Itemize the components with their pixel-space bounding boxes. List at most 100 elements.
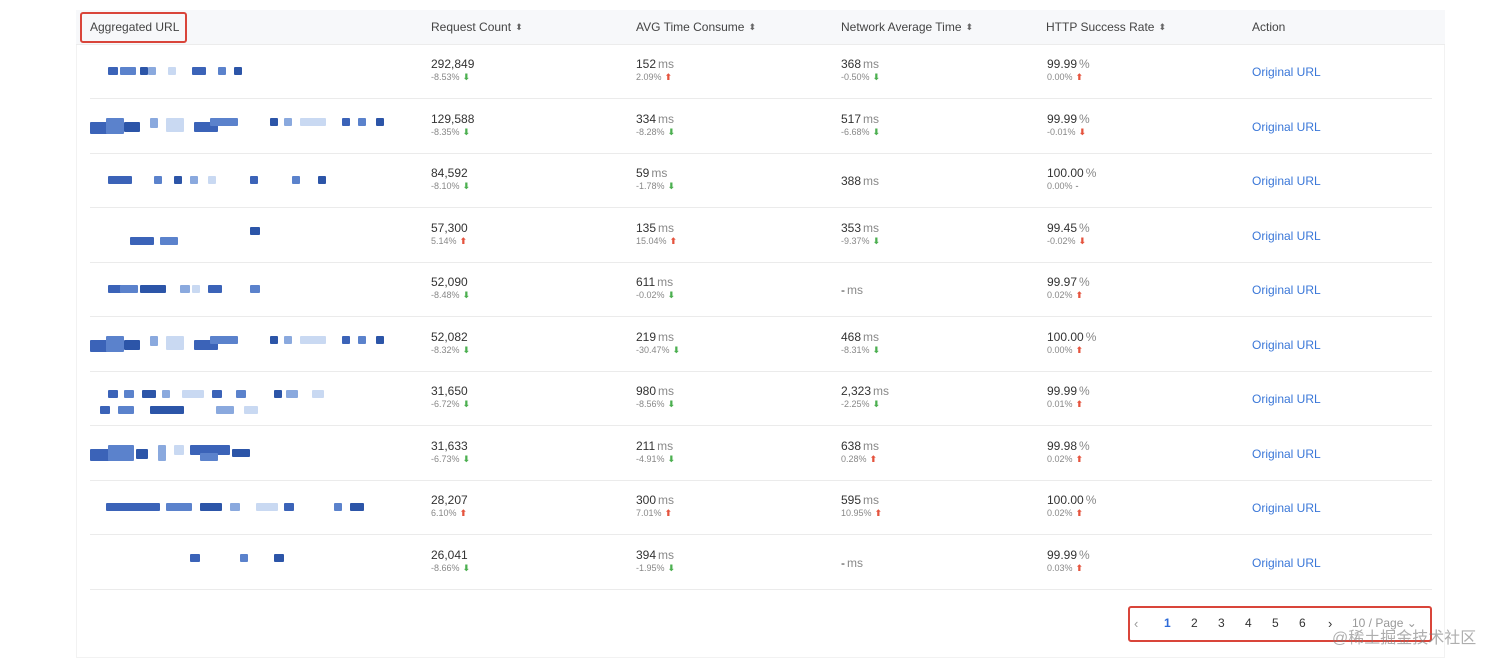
unit-label: % <box>1085 166 1097 180</box>
arrow-down-icon: ⬇ <box>872 344 881 355</box>
value-number: - <box>841 555 845 570</box>
table-row: 129,588 -8.35% ⬇ 334 ms -8.28% ⬇ 517 ms -6.6… <box>90 100 1432 154</box>
url-redacted-image <box>90 390 390 414</box>
avg-time-value: 59 ms <box>636 166 675 180</box>
table-row: 52,082 -8.32% ⬇ 219 ms -30.47% ⬇ 468 ms -8.3… <box>90 318 1432 372</box>
request-count-delta: -8.32% ⬇ <box>431 344 470 357</box>
delta-value: -0.02% <box>636 290 665 300</box>
request-count-cell: 26,041 -8.66% ⬇ <box>431 548 470 575</box>
delta-value: 2.09% <box>636 72 662 82</box>
arrow-down-icon: ⬇ <box>667 453 676 464</box>
avg-time-delta: 2.09% ⬆ <box>636 71 674 84</box>
page-2-button[interactable]: 2 <box>1191 616 1198 630</box>
http-success-rate-cell: 100.00% 0.00% - <box>1047 166 1096 193</box>
value-number: 100.00 <box>1047 166 1084 180</box>
http-success-rate-value: 100.00% <box>1047 493 1096 507</box>
delta-value: -8.28% <box>636 126 665 137</box>
header-avg-time[interactable]: AVG Time Consume ⬍ <box>636 10 756 45</box>
header-network-average-time-label: Network Average Time <box>841 20 962 34</box>
http-success-rate-cell: 100.00% 0.02% ⬆ <box>1047 493 1096 520</box>
http-success-rate-cell: 99.99% 0.01% ⬆ <box>1047 384 1090 411</box>
value-number: 468 <box>841 329 862 344</box>
url-redacted-image <box>90 281 390 305</box>
avg-time-cell: 219 ms -30.47% ⬇ <box>636 330 680 357</box>
original-url-link[interactable]: Original URL <box>1252 556 1321 570</box>
header-network-average-time[interactable]: Network Average Time ⬍ <box>841 10 973 45</box>
original-url-link[interactable]: Original URL <box>1252 174 1321 188</box>
http-success-rate-delta: 0.00% ⬆ <box>1047 71 1090 84</box>
value-number: 99.98 <box>1047 438 1078 453</box>
page-4-button[interactable]: 4 <box>1245 616 1252 630</box>
avg-time-cell: 135 ms 15.04% ⬆ <box>636 221 677 248</box>
network-average-time-value: 638 ms <box>841 439 879 453</box>
network-average-time-cell: 353 ms -9.37% ⬇ <box>841 221 880 248</box>
arrow-up-icon: ⬆ <box>1075 290 1084 300</box>
arrow-down-icon: ⬇ <box>667 181 676 191</box>
delta-value: -8.31% <box>841 344 870 355</box>
url-redacted-image <box>90 117 390 142</box>
http-success-rate-delta: -0.02% ⬇ <box>1047 235 1090 248</box>
network-average-time-value: - ms <box>841 556 863 570</box>
request-count-delta: -8.48% ⬇ <box>431 289 470 302</box>
http-success-rate-cell: 100.00% 0.00% ⬆ <box>1047 330 1096 357</box>
request-count-delta: -8.10% ⬇ <box>431 180 470 193</box>
delta-value: -4.91% <box>636 453 665 464</box>
original-url-link[interactable]: Original URL <box>1252 283 1321 297</box>
value-number: 100.00 <box>1047 329 1084 344</box>
unit-label: ms <box>863 329 880 344</box>
original-url-link[interactable]: Original URL <box>1252 65 1321 79</box>
unit-label: ms <box>658 329 675 344</box>
http-success-rate-cell: 99.45% -0.02% ⬇ <box>1047 221 1090 248</box>
network-average-time-delta: -2.25% ⬇ <box>841 398 889 411</box>
value-number: 595 <box>841 493 862 507</box>
arrow-down-icon: ⬇ <box>462 453 471 464</box>
delta-value: 0.01% <box>1047 399 1073 409</box>
network-average-time-value: 368 ms <box>841 57 880 71</box>
original-url-link[interactable]: Original URL <box>1252 501 1321 515</box>
network-average-time-delta: -6.68% ⬇ <box>841 126 880 139</box>
avg-time-cell: 152 ms 2.09% ⬆ <box>636 57 674 84</box>
original-url-link[interactable]: Original URL <box>1252 120 1321 134</box>
original-url-link[interactable]: Original URL <box>1252 338 1321 352</box>
arrow-down-icon: ⬇ <box>462 399 471 409</box>
value-number: 353 <box>841 220 862 235</box>
sort-icon[interactable]: ⬍ <box>748 23 756 32</box>
page-5-button[interactable]: 5 <box>1272 616 1279 630</box>
request-count-cell: 31,650 -6.72% ⬇ <box>431 384 470 411</box>
page-6-button[interactable]: 6 <box>1299 616 1306 630</box>
page-3-button[interactable]: 3 <box>1218 616 1225 630</box>
unit-label: ms <box>873 384 890 398</box>
value-number: 611 <box>636 275 656 289</box>
unit-label: ms <box>863 438 880 453</box>
header-http-success-rate[interactable]: HTTP Success Rate ⬍ <box>1046 10 1166 45</box>
delta-value: -0.02% <box>1047 235 1076 246</box>
network-average-time-value: 388 ms <box>841 174 879 188</box>
request-count-value: 28,207 <box>431 493 468 507</box>
request-count-delta: -6.72% ⬇ <box>431 398 470 411</box>
arrow-up-icon: ⬆ <box>664 508 673 518</box>
sort-icon[interactable]: ⬍ <box>966 23 974 32</box>
network-average-time-cell: 2,323 ms -2.25% ⬇ <box>841 384 889 411</box>
avg-time-delta: -1.95% ⬇ <box>636 562 675 575</box>
table-row: 292,849 -8.53% ⬇ 152 ms 2.09% ⬆ 368 ms -0.50… <box>90 45 1432 99</box>
arrow-down-icon: ⬇ <box>667 290 676 300</box>
chevron-left-icon[interactable]: ‹ <box>1134 616 1138 631</box>
sort-icon[interactable]: ⬍ <box>1158 23 1166 32</box>
unit-label: ms <box>863 493 880 507</box>
original-url-link[interactable]: Original URL <box>1252 447 1321 461</box>
header-request-count[interactable]: Request Count ⬍ <box>431 10 523 45</box>
http-success-rate-value: 99.45% <box>1047 221 1090 235</box>
avg-time-cell: 211 ms -4.91% ⬇ <box>636 439 675 466</box>
avg-time-value: 980 ms <box>636 384 675 398</box>
original-url-link[interactable]: Original URL <box>1252 229 1321 243</box>
delta-value: 6.10% <box>431 508 457 518</box>
avg-time-value: 219 ms <box>636 330 680 344</box>
page-1-button[interactable]: 1 <box>1164 616 1171 630</box>
sort-icon[interactable]: ⬍ <box>515 23 523 32</box>
value-number: - <box>841 283 845 297</box>
http-success-rate-delta: 0.00% - <box>1047 180 1096 193</box>
request-count-cell: 57,300 5.14% ⬆ <box>431 221 468 248</box>
unit-label: ms <box>657 438 674 453</box>
avg-time-value: 211 ms <box>636 439 675 453</box>
original-url-link[interactable]: Original URL <box>1252 392 1321 406</box>
